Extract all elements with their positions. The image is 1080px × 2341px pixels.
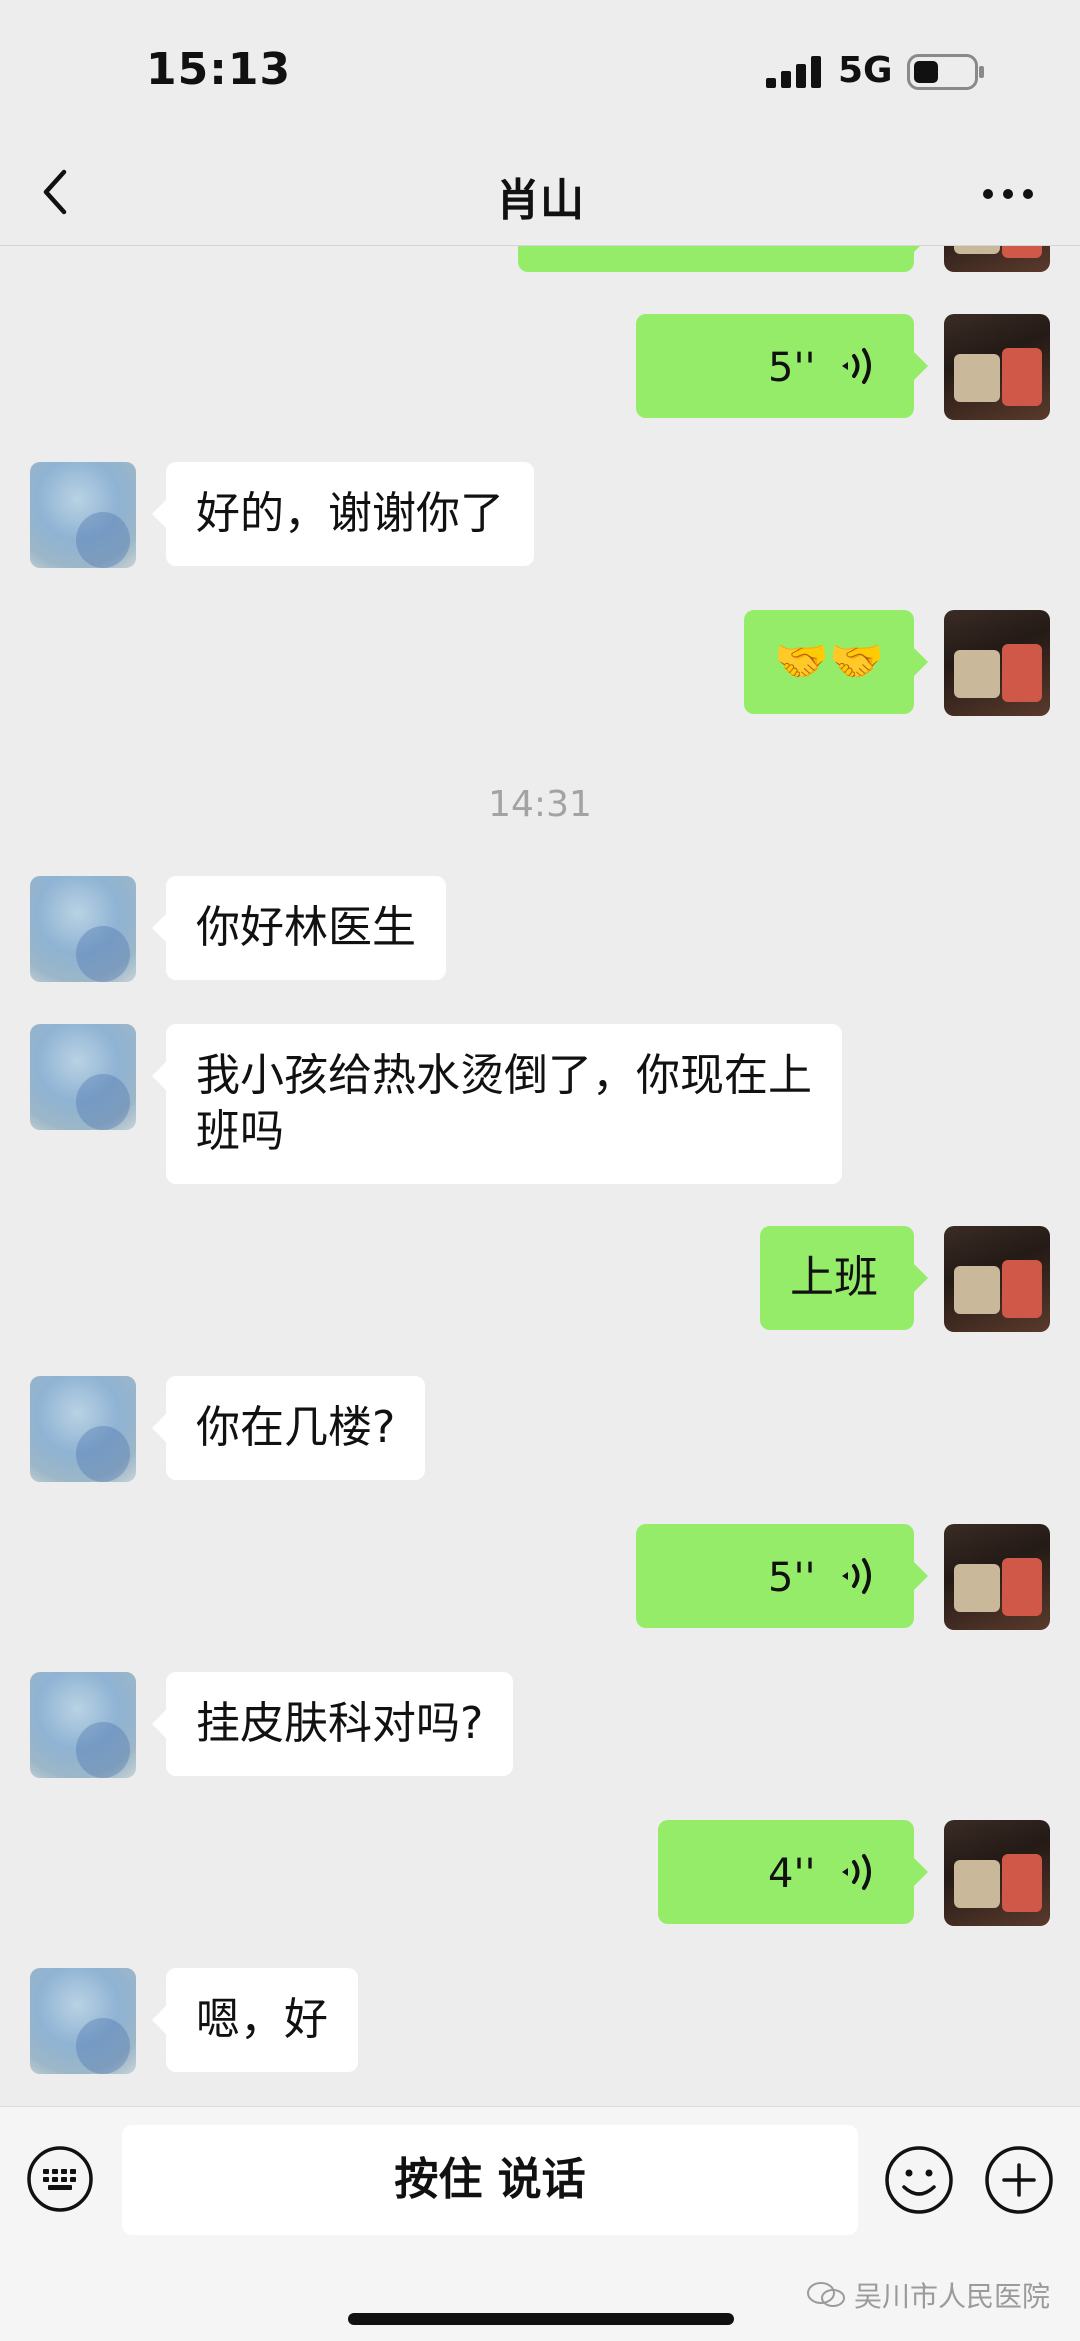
contact-avatar[interactable] (30, 462, 136, 568)
plus-icon[interactable] (984, 2145, 1054, 2215)
message-text: 你在几楼? (196, 1402, 396, 1453)
voice-keyboard-toggle-icon[interactable] (26, 2145, 94, 2213)
received-message[interactable]: 我小孩给热水烫倒了，你现在上 班吗 (152, 1024, 842, 1184)
contact-avatar[interactable] (30, 876, 136, 982)
voice-message-bubble[interactable]: 5'' (636, 1524, 928, 1628)
voice-wave-icon (842, 1854, 871, 1890)
voice-duration: 4'' (768, 1851, 816, 1897)
message-text: 上班 (790, 1252, 878, 1303)
voice-wave-icon (842, 348, 871, 384)
signal-strength-icon (766, 56, 821, 88)
message-list[interactable]: 5'' 好的，谢谢你了 🤝🤝 14:31 你好林医生 我小孩给热水烫倒了，你现在… (0, 246, 1080, 2106)
message-text: 好的，谢谢你了 (196, 488, 504, 539)
voice-duration: 5'' (768, 1555, 816, 1601)
watermark-text: 吴川市人民医院 (853, 2280, 1050, 2313)
message-text: 嗯，好 (196, 1994, 328, 2045)
message-text-line-1: 我小孩给热水烫倒了，你现在上 (196, 1050, 812, 1101)
my-avatar[interactable] (944, 1524, 1050, 1630)
home-indicator[interactable] (348, 2313, 734, 2325)
received-message[interactable]: 你在几楼? (151, 1376, 426, 1480)
received-message[interactable]: 挂皮肤科对吗? (151, 1672, 514, 1776)
my-avatar[interactable] (944, 314, 1050, 420)
message-bubble-partial[interactable] (518, 246, 928, 272)
sent-message[interactable]: 🤝🤝 (744, 610, 928, 714)
status-bar: 15:13 5G (0, 0, 1080, 140)
battery-icon (907, 54, 984, 90)
my-avatar[interactable] (944, 610, 1050, 716)
message-text-line-2: 班吗 (196, 1106, 284, 1157)
wechat-icon (806, 2282, 845, 2307)
my-avatar[interactable] (944, 246, 1050, 272)
contact-avatar[interactable] (30, 1672, 136, 1778)
more-options-icon[interactable] (978, 174, 1038, 214)
voice-message-bubble[interactable]: 5'' (636, 314, 928, 418)
time-divider: 14:31 (488, 784, 592, 825)
contact-avatar[interactable] (30, 1376, 136, 1482)
voice-wave-icon (842, 1558, 871, 1594)
my-avatar[interactable] (944, 1226, 1050, 1332)
voice-message-bubble[interactable]: 4'' (658, 1820, 928, 1924)
sent-message[interactable]: 上班 (760, 1226, 928, 1330)
hold-to-talk-button[interactable]: 按住 说话 (122, 2125, 858, 2235)
message-text: 挂皮肤科对吗? (196, 1698, 484, 1749)
my-avatar[interactable] (944, 1820, 1050, 1926)
contact-avatar[interactable] (30, 1968, 136, 2074)
voice-duration: 5'' (768, 345, 816, 391)
status-time: 15:13 (146, 44, 292, 95)
message-text: 🤝🤝 (774, 636, 884, 687)
message-text: 你好林医生 (196, 902, 416, 953)
network-type: 5G (838, 50, 893, 91)
received-message[interactable]: 嗯，好 (152, 1968, 358, 2072)
contact-name: 肖山 (496, 175, 584, 226)
chat-header: 肖山 (0, 140, 1080, 246)
contact-avatar[interactable] (30, 1024, 136, 1130)
emoji-icon[interactable] (884, 2145, 954, 2215)
watermark: 吴川市人民医院 (806, 2275, 1050, 2315)
received-message[interactable]: 你好林医生 (152, 876, 446, 980)
received-message[interactable]: 好的，谢谢你了 (152, 462, 534, 566)
input-bar: 按住 说话 吴川市人民医院 (0, 2106, 1080, 2341)
